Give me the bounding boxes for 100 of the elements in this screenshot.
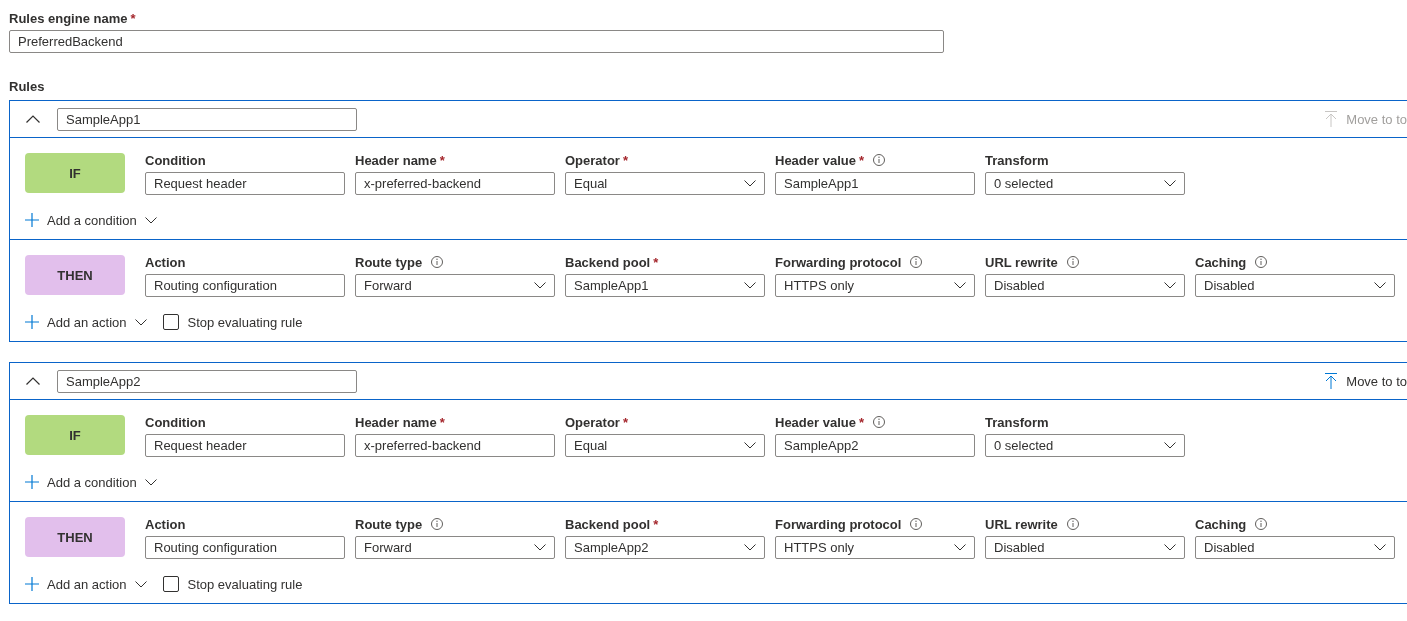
plus-icon	[25, 475, 39, 489]
field-label: Rules engine name	[9, 10, 128, 26]
info-icon	[1255, 256, 1268, 268]
field-label: Forwarding protocol	[775, 516, 902, 532]
chevron-down-icon	[144, 216, 157, 224]
chevron-down-icon	[1374, 282, 1386, 289]
field-label: Backend pool	[565, 516, 651, 532]
text-field[interactable]: SampleApp2	[775, 434, 975, 457]
info-icon	[910, 256, 923, 268]
chevron-down-icon	[1164, 442, 1176, 449]
text-field[interactable]: Routing configuration	[145, 536, 345, 559]
section-pill: THEN	[25, 517, 125, 557]
chevron-up-icon[interactable]	[26, 377, 40, 385]
field-label: Action	[145, 254, 186, 270]
section-pill: THEN	[25, 255, 125, 295]
dropdown[interactable]: HTTPS only	[775, 274, 975, 297]
add-button[interactable]: Add an action	[25, 314, 147, 330]
chevron-down-icon	[954, 544, 966, 551]
text-field[interactable]: PreferredBackend	[9, 30, 944, 53]
add-button[interactable]: Add an action	[25, 576, 147, 592]
dropdown[interactable]: Disabled	[985, 536, 1185, 559]
section-pill: IF	[25, 415, 125, 455]
dropdown[interactable]: Forward	[355, 536, 555, 559]
section-label: Rules	[9, 79, 46, 96]
add-button[interactable]: Add a condition	[25, 474, 157, 490]
chevron-down-icon	[744, 180, 756, 187]
field-label: Header name	[355, 414, 437, 430]
text-field[interactable]: Request header	[145, 172, 345, 195]
required-asterisk: *	[622, 152, 628, 168]
field-label: Backend pool	[565, 254, 651, 270]
text-field[interactable]: Request header	[145, 434, 345, 457]
arrow-to-top-icon	[1325, 373, 1338, 389]
dropdown[interactable]: Disabled	[985, 274, 1185, 297]
chevron-down-icon	[134, 318, 147, 326]
checkbox[interactable]	[162, 314, 179, 330]
chevron-down-icon	[144, 478, 157, 486]
checkbox-label: Stop evaluating rule	[187, 576, 303, 592]
chevron-down-icon	[744, 442, 756, 449]
dropdown[interactable]: SampleApp1	[565, 274, 765, 297]
required-asterisk: *	[439, 152, 445, 168]
chevron-down-icon	[1374, 544, 1386, 551]
field-label: Header value	[775, 152, 856, 168]
field-label: Transform	[985, 152, 1049, 168]
chevron-down-icon	[744, 282, 756, 289]
info-icon	[1066, 518, 1079, 530]
arrow-to-top-icon	[1325, 111, 1338, 127]
text-field[interactable]: x-preferred-backend	[355, 434, 555, 457]
field-label: Action	[145, 516, 186, 532]
text-field[interactable]: SampleApp1	[775, 172, 975, 195]
required-asterisk: *	[439, 414, 445, 430]
text-field[interactable]: Routing configuration	[145, 274, 345, 297]
field-label: Operator	[565, 414, 620, 430]
text-field[interactable]: SampleApp1	[57, 107, 357, 131]
dropdown[interactable]: HTTPS only	[775, 536, 975, 559]
required-asterisk: *	[858, 414, 864, 430]
checkbox-label: Stop evaluating rule	[187, 314, 303, 330]
info-icon	[910, 518, 923, 530]
chevron-down-icon	[534, 544, 546, 551]
field-label: Header value	[775, 414, 856, 430]
info-icon	[873, 416, 885, 428]
info-icon	[431, 256, 444, 268]
field-label: Route type	[355, 516, 423, 532]
chevron-down-icon	[1164, 544, 1176, 551]
chevron-down-icon	[1164, 282, 1176, 289]
field-label: Route type	[355, 254, 423, 270]
text-field[interactable]: x-preferred-backend	[355, 172, 555, 195]
dropdown[interactable]: Equal	[565, 434, 765, 457]
chevron-down-icon	[134, 580, 147, 588]
checkbox[interactable]	[162, 576, 179, 592]
section-pill: IF	[25, 153, 125, 193]
dropdown[interactable]: SampleApp2	[565, 536, 765, 559]
plus-icon	[25, 213, 39, 227]
dropdown[interactable]: Disabled	[1195, 274, 1395, 297]
plus-icon	[25, 315, 39, 329]
field-label: Condition	[145, 152, 206, 168]
required-asterisk: *	[622, 414, 628, 430]
dropdown[interactable]: 0 selected	[985, 172, 1185, 195]
required-asterisk: *	[130, 10, 136, 26]
text-field[interactable]: SampleApp2	[57, 369, 357, 393]
required-asterisk: *	[858, 152, 864, 168]
add-button[interactable]: Add a condition	[25, 212, 157, 228]
field-label: Operator	[565, 152, 620, 168]
dropdown[interactable]: 0 selected	[985, 434, 1185, 457]
dropdown[interactable]: Equal	[565, 172, 765, 195]
field-label: Caching	[1195, 254, 1247, 270]
info-icon	[1255, 518, 1268, 530]
info-icon	[1066, 256, 1079, 268]
field-label: Condition	[145, 414, 206, 430]
chevron-down-icon	[954, 282, 966, 289]
field-label: Transform	[985, 414, 1049, 430]
plus-icon	[25, 577, 39, 591]
field-label: Forwarding protocol	[775, 254, 902, 270]
field-label: Header name	[355, 152, 437, 168]
chevron-up-icon[interactable]	[26, 115, 40, 123]
move-to-top-button[interactable]: Move to to	[1325, 373, 1407, 389]
info-icon	[873, 154, 885, 166]
info-icon	[431, 518, 444, 530]
dropdown[interactable]: Forward	[355, 274, 555, 297]
field-label: URL rewrite	[985, 254, 1058, 270]
dropdown[interactable]: Disabled	[1195, 536, 1395, 559]
